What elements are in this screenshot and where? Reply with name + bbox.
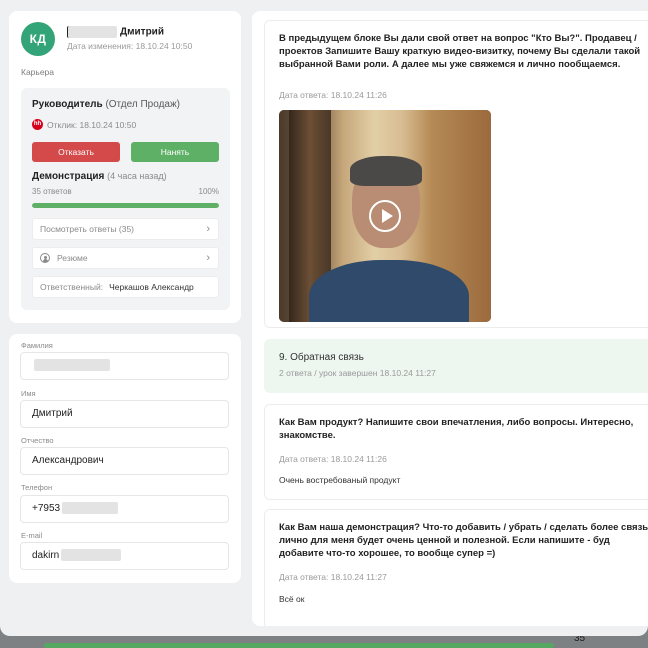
question-text: Как Вам наша демонстрация? Что-то добави… [279, 522, 648, 559]
redacted-phone [62, 502, 119, 515]
section-label: Карьера [21, 67, 55, 77]
responsible-field[interactable]: Ответственный: Черкашов Александр [32, 276, 219, 298]
redacted-email [61, 549, 122, 562]
answer-date: Дата ответа: 18.10.24 11:27 [279, 572, 387, 582]
question-text: Как Вам продукт? Напишите свои впечатлен… [279, 417, 634, 441]
question-card: Как Вам наша демонстрация? Что-то добави… [264, 509, 648, 626]
view-answers-button[interactable]: Посмотреть ответы (35) › [32, 218, 219, 240]
lesson-title: 9. Обратная связь [279, 352, 364, 363]
patronymic-label: Отчество [21, 436, 54, 445]
contact-form: Фамилия Имя Дмитрий Отчество Александров… [9, 334, 241, 583]
resume-button[interactable]: Резюме › [32, 247, 219, 269]
answer-text: Очень востребованый продукт [279, 475, 401, 485]
progress-percent: 100% [198, 187, 219, 196]
video-person-body [309, 260, 469, 322]
hh-icon: hh [32, 119, 43, 130]
lesson-status: 2 ответа / урок завершен 18.10.24 11:27 [279, 368, 436, 378]
phone-field[interactable]: +7953 [20, 495, 229, 523]
video-answer[interactable] [279, 110, 491, 322]
chevron-right-icon: › [206, 252, 210, 264]
reject-button[interactable]: Отказать [32, 142, 120, 162]
demo-ago: (4 часа назад) [107, 171, 167, 181]
demo-title: Демонстрация (4 часа назад) [32, 171, 167, 182]
answers-count: 35 ответов [32, 187, 72, 196]
changed-date: Дата изменения: 18.10.24 10:50 [67, 41, 193, 51]
vacancy-panel: Руководитель (Отдел Продаж) hh Отклик: 1… [21, 88, 230, 310]
candidate-first-name: Дмитрий [120, 26, 164, 38]
question-card-video: В предыдущем блоке Вы дали свой ответ на… [264, 20, 648, 328]
candidate-modal: КД Дмитрий Дата изменения: 18.10.24 10:5… [0, 0, 648, 636]
view-answers-label: Посмотреть ответы (35) [40, 224, 134, 234]
phone-label: Телефон [21, 483, 53, 492]
name-field[interactable]: Дмитрий [20, 400, 229, 428]
response-info: hh Отклик: 18.10.24 10:50 [32, 119, 136, 130]
answer-date: Дата ответа: 18.10.24 11:26 [279, 454, 387, 464]
demo-title-label: Демонстрация [32, 171, 105, 182]
avatar: КД [21, 22, 55, 56]
chevron-right-icon: › [206, 223, 210, 235]
phone-value: +7953 [32, 503, 61, 514]
email-label: E-mail [21, 531, 43, 540]
email-field[interactable]: dakirn [20, 542, 229, 570]
user-icon [40, 253, 50, 263]
name-label: Имя [21, 389, 36, 398]
response-date: Отклик: 18.10.24 10:50 [47, 119, 137, 130]
redacted-surname [34, 359, 110, 372]
responsible-name: Черкашов Александр [109, 282, 194, 292]
progress-bar [32, 203, 219, 208]
lesson-feedback-header[interactable]: 9. Обратная связь 2 ответа / урок заверш… [264, 339, 648, 393]
progress-fill [32, 203, 219, 208]
vacancy-department: (Отдел Продаж) [105, 99, 180, 110]
play-icon[interactable] [369, 200, 401, 232]
answer-text: Всё ок [279, 594, 305, 604]
email-value: dakirn [32, 550, 60, 561]
redacted-surname [67, 26, 117, 38]
vacancy-role: Руководитель [32, 99, 103, 110]
candidate-name: Дмитрий [67, 26, 164, 38]
answers-row: 35 ответов 100% [32, 187, 219, 196]
surname-label: Фамилия [21, 341, 53, 350]
answers-feed: В предыдущем блоке Вы дали свой ответ на… [252, 11, 648, 626]
hire-button[interactable]: Нанять [131, 142, 219, 162]
question-text: В предыдущем блоке Вы дали свой ответ на… [279, 33, 641, 70]
responsible-label: Ответственный: [40, 282, 104, 292]
background-progress-bar [44, 643, 554, 648]
question-card: Как Вам продукт? Напишите свои впечатлен… [264, 404, 648, 500]
patronymic-field[interactable]: Александрович [20, 447, 229, 475]
surname-field[interactable] [20, 352, 229, 380]
answer-date: Дата ответа: 18.10.24 11:26 [279, 90, 387, 100]
resume-label: Резюме [57, 253, 88, 263]
vacancy-title[interactable]: Руководитель (Отдел Продаж) [32, 99, 180, 110]
video-person-hair [350, 156, 422, 186]
